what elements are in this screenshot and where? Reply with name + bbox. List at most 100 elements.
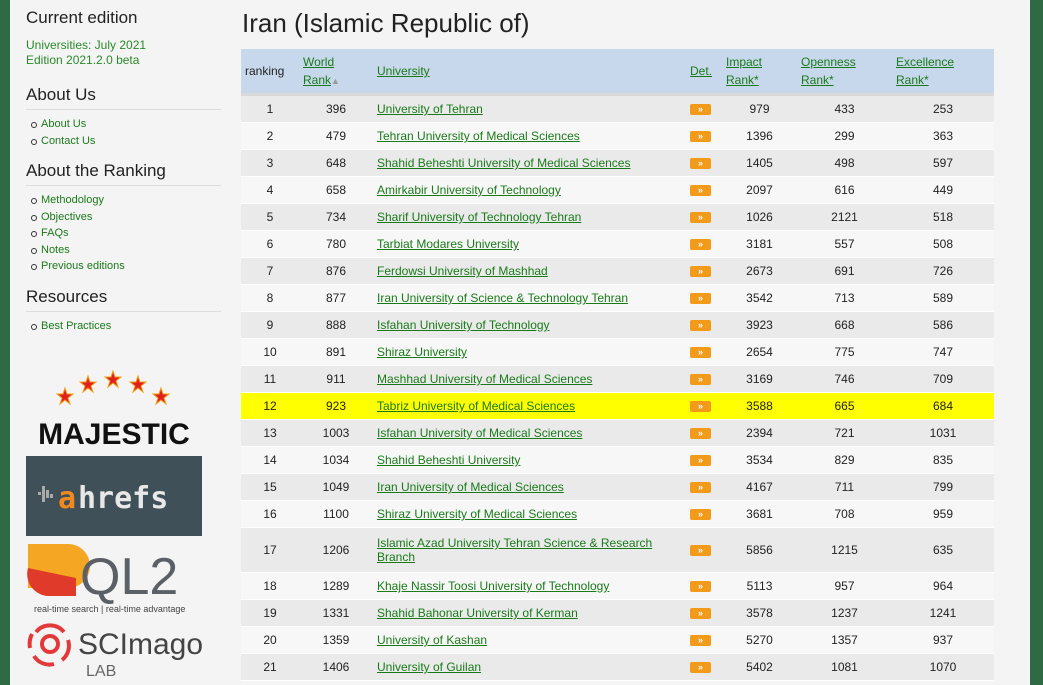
impact-rank-cell: 2654: [722, 338, 797, 366]
details-button[interactable]: »: [690, 374, 711, 386]
university-link[interactable]: Shahid Bahonar University of Kerman: [377, 606, 578, 620]
university-link[interactable]: Tarbiat Modares University: [377, 237, 519, 251]
header-openness[interactable]: Openness Rank*: [797, 49, 892, 96]
details-button[interactable]: »: [690, 104, 711, 116]
best-practices-link[interactable]: Best Practices: [41, 320, 111, 332]
university-link[interactable]: Shahid Beheshti University of Medical Sc…: [377, 156, 630, 170]
details-button[interactable]: »: [690, 581, 711, 593]
list-item: Contact Us: [31, 133, 232, 150]
world-rank-cell: 479: [299, 122, 373, 150]
details-button[interactable]: »: [690, 455, 711, 467]
university-link[interactable]: Isfahan University of Technology: [377, 318, 550, 332]
scrollbar[interactable]: [1031, 0, 1043, 685]
previous-editions-link[interactable]: Previous editions: [41, 260, 125, 272]
impact-rank-cell: 4167: [722, 473, 797, 501]
university-link[interactable]: Iran University of Medical Sciences: [377, 480, 564, 494]
det-cell: »: [686, 446, 722, 474]
university-link[interactable]: Amirkabir University of Technology: [377, 183, 561, 197]
university-link[interactable]: Isfahan University of Medical Sciences: [377, 426, 582, 440]
contact-us-link[interactable]: Contact Us: [41, 135, 95, 147]
university-link[interactable]: Iran University of Science & Technology …: [377, 291, 628, 305]
details-button[interactable]: »: [690, 266, 711, 278]
details-button[interactable]: »: [690, 320, 711, 332]
openness-sort-link[interactable]: Openness Rank*: [801, 55, 856, 87]
list-item: Objectives: [31, 209, 232, 226]
university-link[interactable]: University of Guilan: [377, 660, 481, 674]
impact-sort-link[interactable]: Impact Rank*: [726, 55, 762, 87]
majestic-logo[interactable]: MAJESTIC: [26, 369, 206, 451]
details-button[interactable]: »: [690, 185, 711, 197]
excellence-rank-cell: 937: [892, 626, 994, 654]
ranking-table: ranking World Rank▲ University Det. Impac…: [241, 49, 994, 681]
ranking-cell: 10: [241, 338, 299, 366]
list-item: Methodology: [31, 192, 232, 209]
notes-link[interactable]: Notes: [41, 244, 70, 256]
faqs-link[interactable]: FAQs: [41, 227, 69, 239]
details-button[interactable]: »: [690, 608, 711, 620]
header-excellence[interactable]: Excellence Rank*: [892, 49, 994, 96]
header-det[interactable]: Det.: [686, 49, 722, 96]
det-cell: »: [686, 311, 722, 339]
ranking-cell: 20: [241, 626, 299, 654]
det-cell: »: [686, 419, 722, 447]
ql2-logo[interactable]: QL2 real-time search | real-time advanta…: [26, 538, 206, 618]
excellence-rank-cell: 964: [892, 572, 994, 600]
university-sort-link[interactable]: University: [377, 64, 430, 78]
ranking-table-body: 1 396 University of Tehran» 979 433 253 2 479 Te…: [241, 94, 994, 681]
ranking-cell: 13: [241, 419, 299, 447]
university-link[interactable]: Tehran University of Medical Sciences: [377, 129, 580, 143]
majestic-wordmark: MAJESTIC: [38, 418, 190, 450]
excellence-rank-cell: 363: [892, 122, 994, 150]
details-button[interactable]: »: [690, 635, 711, 647]
university-link[interactable]: Shahid Beheshti University: [377, 453, 520, 467]
university-link[interactable]: Islamic Azad University Tehran Science &…: [377, 536, 652, 564]
det-sort-link[interactable]: Det.: [690, 64, 712, 78]
details-button[interactable]: »: [690, 347, 711, 359]
about-us-link[interactable]: About Us: [41, 118, 86, 130]
excellence-sort-link[interactable]: Excellence Rank*: [896, 55, 954, 87]
university-link[interactable]: Shiraz University of Medical Sciences: [377, 507, 577, 521]
details-button[interactable]: »: [690, 131, 711, 143]
scimago-wordmark: SCImago: [78, 628, 203, 661]
about-us-heading: About Us: [26, 85, 221, 110]
openness-rank-cell: 721: [797, 419, 892, 447]
university-link[interactable]: Mashhad University of Medical Sciences: [377, 372, 592, 386]
ranking-cell: 7: [241, 257, 299, 285]
impact-rank-cell: 2394: [722, 419, 797, 447]
list-item: FAQs: [31, 225, 232, 242]
details-button[interactable]: »: [690, 545, 711, 557]
world-rank-cell: 780: [299, 230, 373, 258]
header-impact[interactable]: Impact Rank*: [722, 49, 797, 96]
methodology-link[interactable]: Methodology: [41, 194, 104, 206]
university-link[interactable]: Sharif University of Technology Tehran: [377, 210, 581, 224]
details-button[interactable]: »: [690, 293, 711, 305]
university-link[interactable]: Tabriz University of Medical Sciences: [377, 399, 575, 413]
table-row: 11 911 Mashhad University of Medical Scien…: [241, 365, 994, 393]
details-button[interactable]: »: [690, 428, 711, 440]
ahrefs-logo[interactable]: a hrefs: [26, 456, 202, 536]
details-button[interactable]: »: [690, 212, 711, 224]
header-world-rank[interactable]: World Rank▲: [299, 49, 373, 96]
details-button[interactable]: »: [690, 158, 711, 170]
details-button[interactable]: »: [690, 662, 711, 674]
header-university[interactable]: University: [373, 49, 686, 96]
university-link[interactable]: Khaje Nassir Toosi University of Technol…: [377, 579, 609, 593]
impact-rank-cell: 2673: [722, 257, 797, 285]
university-cell: Tarbiat Modares University: [373, 230, 686, 258]
details-button[interactable]: »: [690, 482, 711, 494]
scimago-logo[interactable]: SCImago LAB: [26, 618, 211, 680]
university-link[interactable]: Ferdowsi University of Mashhad: [377, 264, 548, 278]
university-link[interactable]: University of Kashan: [377, 633, 487, 647]
world-rank-sort-link[interactable]: World Rank: [303, 55, 334, 87]
objectives-link[interactable]: Objectives: [41, 211, 92, 223]
details-button[interactable]: »: [690, 239, 711, 251]
resources-list: Best Practices: [10, 318, 232, 335]
university-link[interactable]: University of Tehran: [377, 102, 483, 116]
ranking-cell: 15: [241, 473, 299, 501]
world-rank-cell: 1003: [299, 419, 373, 447]
details-button[interactable]: »: [690, 509, 711, 521]
university-link[interactable]: Shiraz University: [377, 345, 467, 359]
details-button[interactable]: »: [690, 401, 711, 413]
world-rank-cell: 648: [299, 149, 373, 177]
excellence-rank-cell: 684: [892, 392, 994, 420]
